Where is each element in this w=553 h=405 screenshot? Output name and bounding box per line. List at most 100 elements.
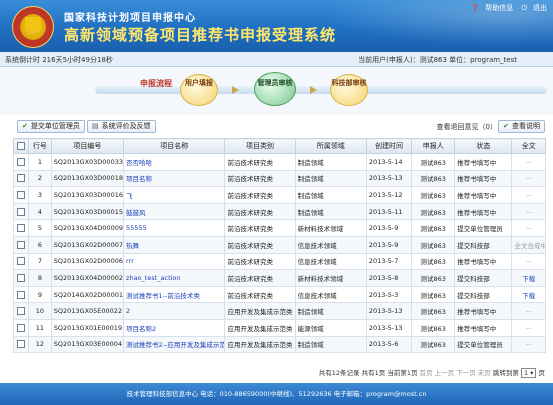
- applicant: 测试863: [411, 252, 456, 271]
- view-help-label: 查看说明: [512, 122, 540, 130]
- created-date: 2013-5-13: [365, 169, 413, 188]
- table-row: 5 SQ2013GX04D00009 55555 前沿技术研究类 新材料技术领域 2013…: [12, 219, 546, 237]
- table-row: 2 SQ2013GX03D00018 项目名称 前沿技术研究类 制造领域 2013-5-1…: [12, 169, 546, 188]
- applicant: 测试863: [411, 285, 456, 304]
- row-checkbox[interactable]: [17, 307, 26, 316]
- row-select-cell[interactable]: [12, 269, 30, 287]
- row-select-cell[interactable]: [12, 202, 30, 221]
- view-help-button[interactable]: ✔ 查看说明: [498, 120, 545, 133]
- status: 提交科技部: [454, 269, 513, 287]
- row-select-cell[interactable]: [12, 318, 30, 337]
- project-name[interactable]: 项目名称2: [123, 318, 226, 337]
- system-feedback-button[interactable]: ▤ 系统评价及反馈: [87, 120, 156, 133]
- row-checkbox[interactable]: [17, 174, 26, 183]
- created-date: 2013-5-14: [365, 153, 413, 171]
- fulltext: 全文合成中: [511, 235, 546, 254]
- row-select-cell[interactable]: [12, 235, 30, 254]
- row-number: 9: [28, 285, 52, 304]
- fulltext[interactable]: 下载: [511, 269, 546, 287]
- system-title: 高新领域预备项目推荐书申报受理系统: [64, 26, 337, 44]
- applicant: 测试863: [411, 169, 456, 188]
- checkbox[interactable]: [17, 142, 26, 150]
- fulltext[interactable]: 下载: [511, 285, 546, 304]
- project-category: 前沿技术研究类: [224, 285, 296, 304]
- status: 推荐书填写中: [454, 302, 513, 320]
- project-name[interactable]: 55555: [123, 219, 226, 237]
- project-category: 前沿技术研究类: [224, 202, 296, 221]
- row-checkbox[interactable]: [17, 323, 26, 332]
- flow-arrow-icon: [310, 86, 317, 94]
- pager-page-suffix: 页: [538, 369, 546, 377]
- project-name[interactable]: 项目名称: [123, 169, 226, 188]
- fulltext: --: [511, 153, 546, 171]
- project-field: 新材料技术领域: [294, 269, 367, 287]
- step-user-fill: 用户填报: [180, 74, 218, 106]
- project-name[interactable]: zhao_test_action: [123, 269, 226, 287]
- row-checkbox[interactable]: [17, 207, 26, 216]
- fulltext: --: [511, 252, 546, 271]
- project-category: 应用开发及集成示范类: [224, 335, 296, 354]
- project-name[interactable]: 测试推荐书2--应用开发及集成示范类: [123, 335, 226, 354]
- row-checkbox[interactable]: [17, 157, 26, 166]
- fulltext: --: [511, 302, 546, 320]
- submit-to-admin-button[interactable]: ✔ 提交单位管理员: [17, 120, 85, 133]
- pager-next[interactable]: 下一页: [456, 369, 476, 377]
- project-name[interactable]: 飞: [123, 186, 226, 204]
- created-date: 2013-5-9: [365, 235, 413, 254]
- pager-first[interactable]: 首页: [420, 369, 433, 377]
- row-checkbox[interactable]: [17, 224, 26, 233]
- created-date: 2013-5-13: [365, 318, 413, 337]
- pager-prev[interactable]: 上一页: [435, 369, 455, 377]
- project-field: 信息技术领域: [294, 285, 367, 304]
- pager-last[interactable]: 末页: [478, 369, 491, 377]
- project-category: 前沿技术研究类: [224, 235, 296, 254]
- col-header-status: 状态: [454, 138, 513, 154]
- row-checkbox[interactable]: [17, 273, 26, 282]
- project-id: SQ2013GX03D00018: [50, 169, 125, 188]
- row-checkbox[interactable]: [17, 290, 26, 299]
- top-links: ❓ 帮助信息 ⏻ 退出: [465, 3, 548, 13]
- page-select[interactable]: 1 ▾: [520, 368, 537, 378]
- row-checkbox[interactable]: [17, 190, 26, 199]
- table-row: 4 SQ2013GX03D00015 鼓鼓风 前沿技术研究类 制造领域 2013-5-11…: [12, 202, 546, 221]
- project-id: SQ2013GX05E00022: [50, 302, 125, 320]
- help-link[interactable]: ❓ 帮助信息: [471, 4, 514, 12]
- row-select-cell[interactable]: [12, 302, 30, 320]
- project-field: 新材料技术领域: [294, 219, 367, 237]
- project-field: 制造领域: [294, 335, 367, 354]
- row-select-cell[interactable]: [12, 335, 30, 354]
- project-id: SQ2013GX04D00009: [50, 219, 125, 237]
- row-select-cell[interactable]: [12, 285, 30, 304]
- project-name[interactable]: rrr: [123, 252, 226, 271]
- created-date: 2013-5-12: [365, 186, 413, 204]
- project-name[interactable]: 2: [123, 302, 226, 320]
- project-name[interactable]: 测试推荐书1--前沿技术类: [123, 285, 226, 304]
- flow-arrow-icon: [232, 86, 239, 94]
- row-select-cell[interactable]: [12, 169, 30, 188]
- project-name[interactable]: 热舞: [123, 235, 226, 254]
- project-field: 制造领域: [294, 153, 367, 171]
- table-body: 1 SQ2013GX03D00033 否否哈哈 前沿技术研究类 制造领域 2013-5-1…: [12, 153, 546, 354]
- row-checkbox[interactable]: [17, 340, 26, 349]
- logout-link[interactable]: ⏻ 退出: [521, 4, 547, 12]
- applicant: 测试863: [411, 269, 456, 287]
- project-id: SQ2013GX02D00006: [50, 252, 125, 271]
- row-checkbox[interactable]: [17, 240, 26, 249]
- project-name[interactable]: 否否哈哈: [123, 153, 226, 171]
- row-number: 5: [28, 219, 52, 237]
- select-all-checkbox[interactable]: [12, 138, 30, 154]
- help-link-label: 帮助信息: [485, 4, 514, 12]
- row-select-cell[interactable]: [12, 153, 30, 171]
- status: 推荐书填写中: [454, 202, 513, 221]
- current-user: 当前用户(申报人)：测试863 单位：program_test: [358, 56, 517, 64]
- row-select-cell[interactable]: [12, 186, 30, 204]
- countdown-timer: 系统倒计时 216天5小时49分18秒: [5, 56, 113, 64]
- row-select-cell[interactable]: [12, 252, 30, 271]
- national-emblem-icon: [12, 6, 54, 48]
- col-header-applicant: 申报人: [411, 138, 456, 154]
- project-name[interactable]: 鼓鼓风: [123, 202, 226, 221]
- row-checkbox[interactable]: [17, 257, 26, 266]
- row-select-cell[interactable]: [12, 219, 30, 237]
- fulltext: --: [511, 186, 546, 204]
- view-return-opinion-link[interactable]: 查看退回意见（0）: [437, 122, 497, 132]
